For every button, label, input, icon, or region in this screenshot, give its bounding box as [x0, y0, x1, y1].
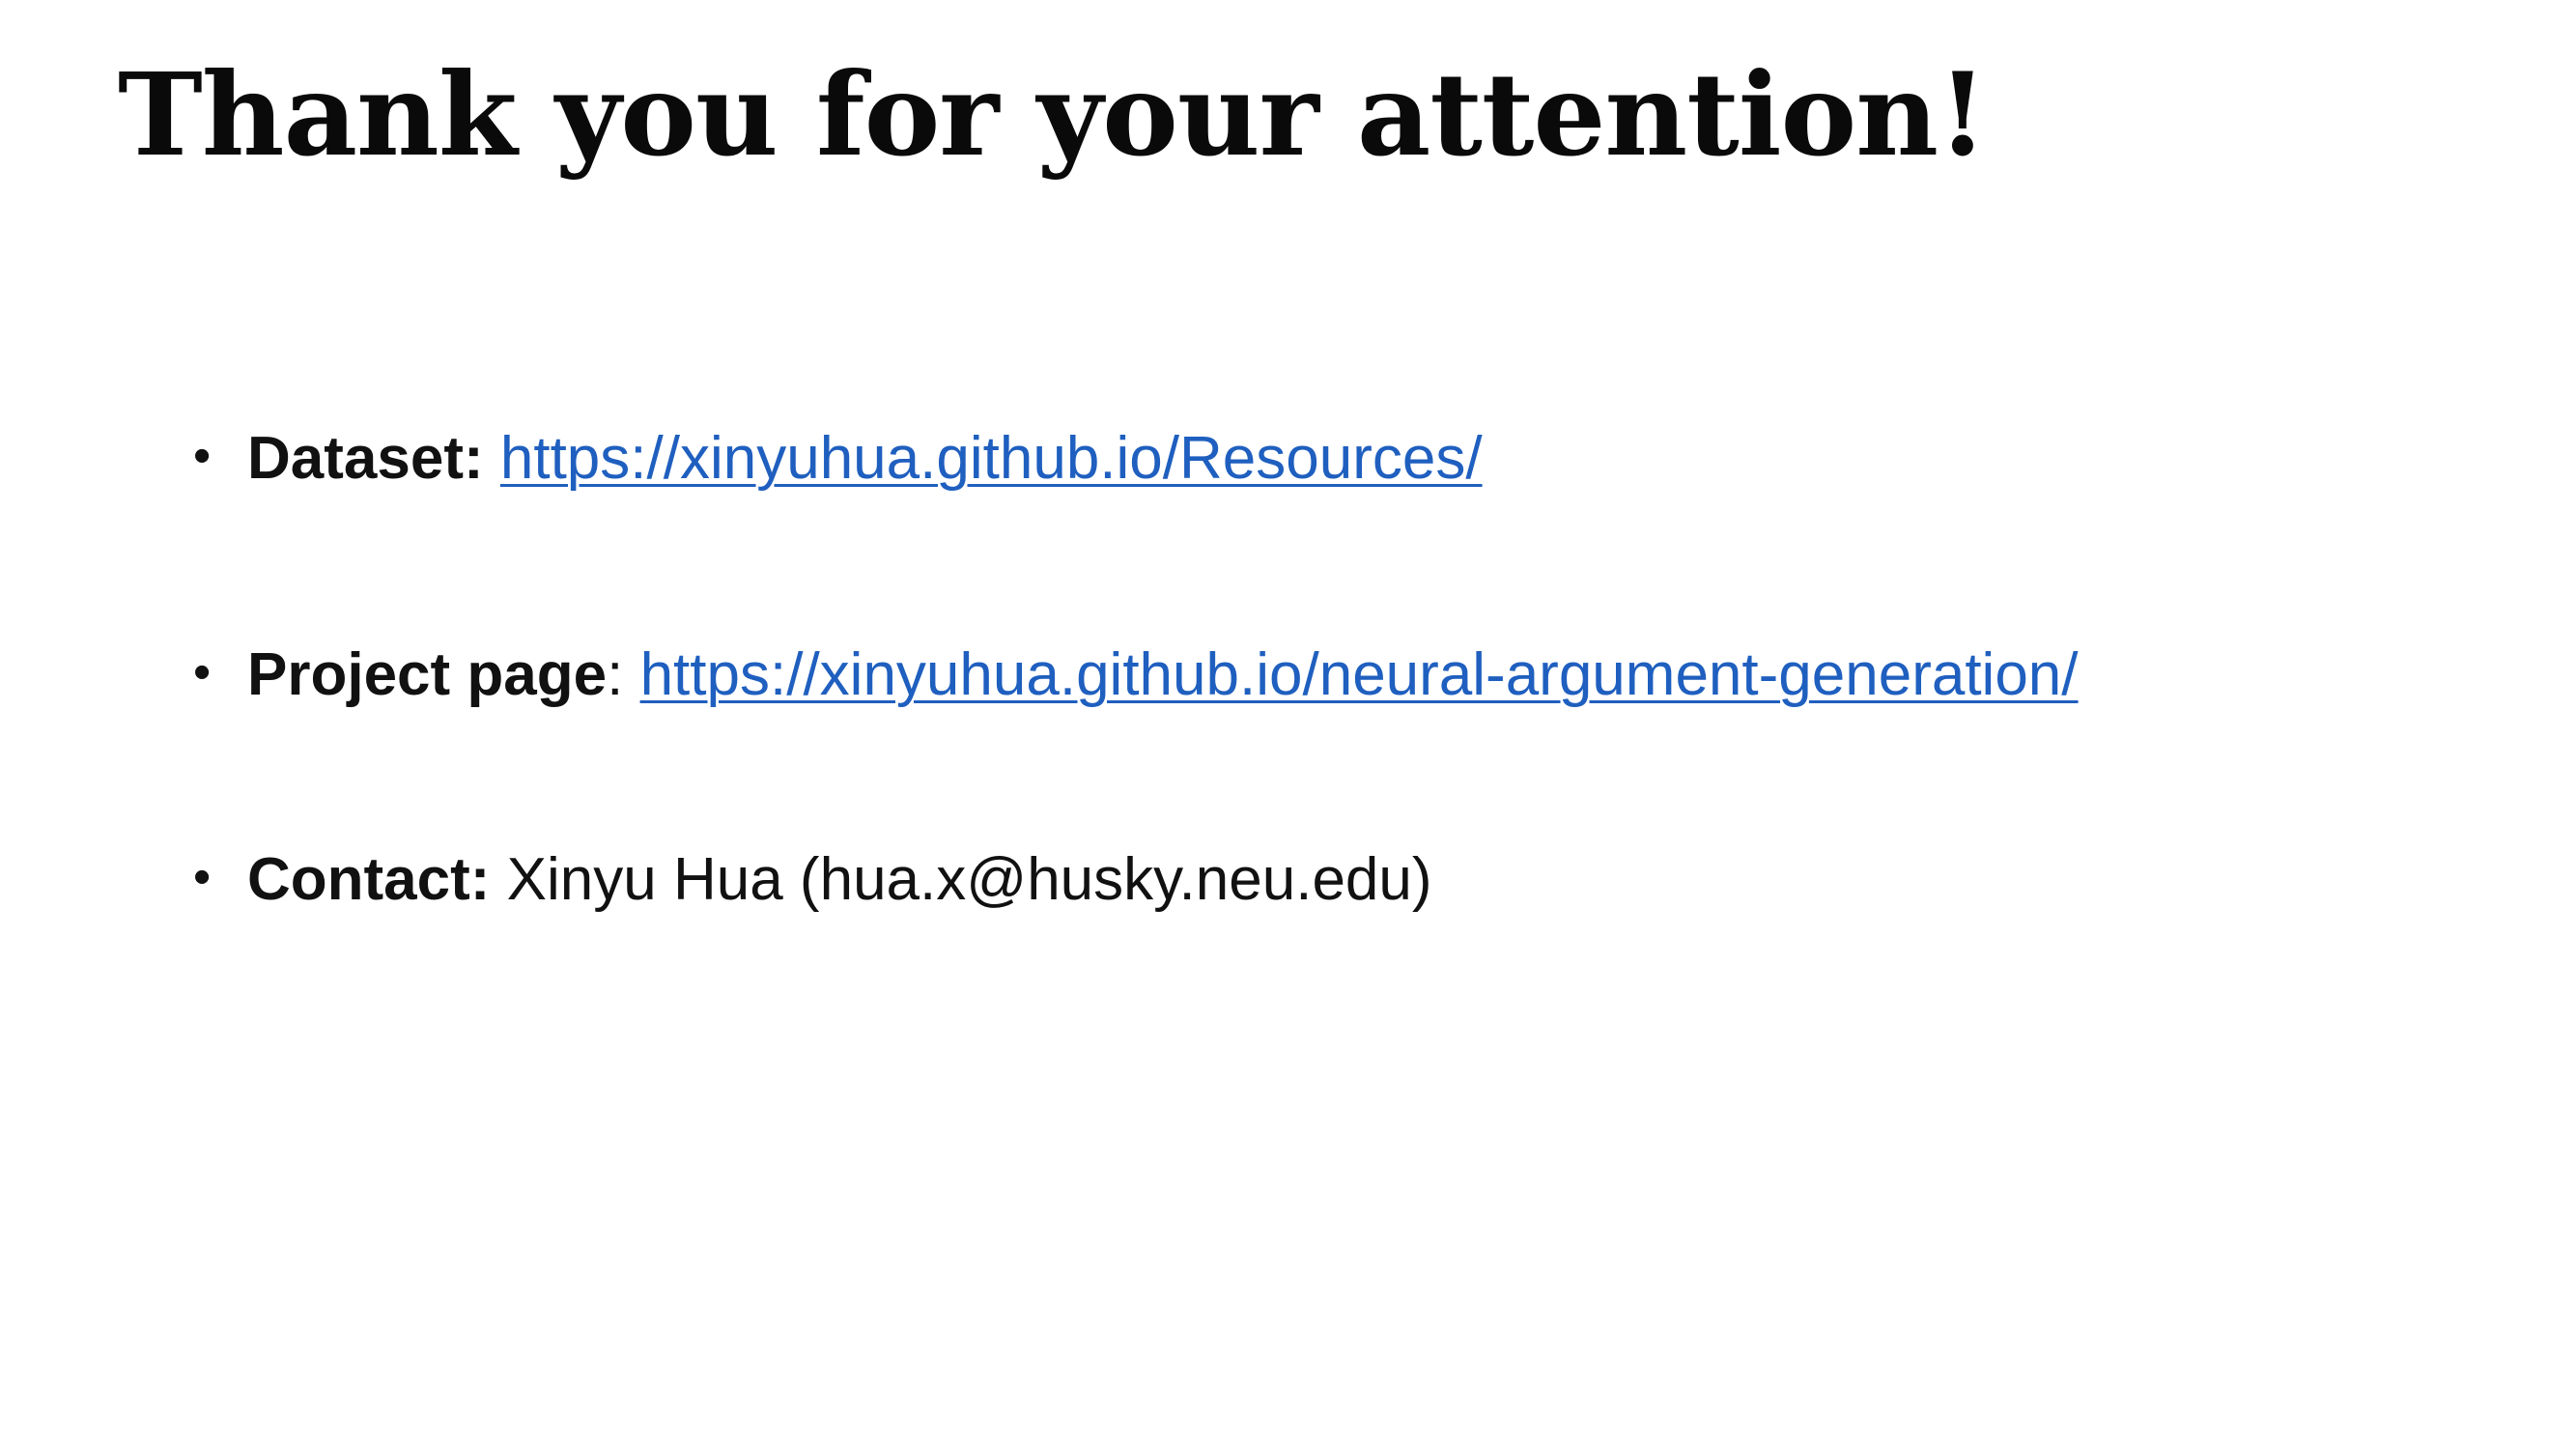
- bullet-icon: •: [193, 849, 212, 905]
- bullet-project-page: • Project page: https://xinyuhua.github.i…: [193, 639, 2079, 711]
- project-page-label: Project page: [247, 641, 608, 708]
- bullet-dataset: • Dataset: https://xinyuhua.github.io/Res…: [193, 423, 1483, 495]
- bullet-contact: • Contact: Xinyu Hua (hua.x@husky.neu.edu…: [193, 844, 1432, 916]
- dataset-separator: [484, 425, 500, 492]
- project-page-separator: :: [607, 641, 640, 708]
- contact-label: Contact:: [247, 846, 491, 913]
- bullet-icon: •: [193, 428, 212, 484]
- dataset-link[interactable]: https://xinyuhua.github.io/Resources/: [500, 425, 1483, 492]
- slide: Thank you for your attention! • Dataset: …: [0, 0, 2576, 1449]
- project-page-link[interactable]: https://xinyuhua.github.io/neural-argume…: [640, 641, 2079, 708]
- contact-text: Xinyu Hua (hua.x@husky.neu.edu): [506, 846, 1432, 913]
- bullet-icon: •: [193, 644, 212, 700]
- dataset-label: Dataset:: [247, 425, 484, 492]
- contact-separator: [490, 846, 506, 913]
- slide-title: Thank you for your attention!: [118, 47, 1988, 182]
